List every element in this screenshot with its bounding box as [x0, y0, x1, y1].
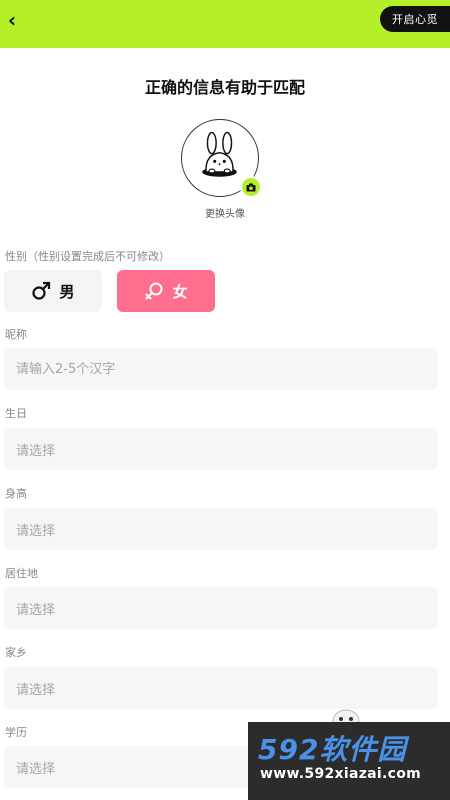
gender-male-button[interactable]: 男 — [4, 270, 102, 312]
hometown-label: 家乡 — [5, 646, 27, 659]
open-xinmi-button[interactable]: 开启心觅 — [380, 6, 450, 32]
education-placeholder: 请选择 — [16, 761, 56, 777]
hometown-select[interactable]: 请选择 — [4, 667, 438, 709]
nickname-label: 昵称 — [5, 328, 27, 341]
chevron-left-icon[interactable]: ‹ — [0, 8, 24, 32]
nickname-input[interactable] — [4, 348, 438, 390]
watermark-url: www.592xiazai.com — [260, 766, 422, 782]
residence-select[interactable]: 请选择 — [4, 587, 438, 629]
birthday-label: 生日 — [5, 407, 27, 420]
change-avatar-label[interactable]: 更换头像 — [0, 205, 450, 220]
gender-male-label: 男 — [59, 282, 75, 301]
gender-female-label: 女 — [172, 282, 188, 301]
residence-placeholder: 请选择 — [16, 602, 56, 618]
hometown-placeholder: 请选择 — [16, 682, 56, 698]
education-label: 学历 — [5, 726, 27, 739]
birthday-select[interactable]: 请选择 — [4, 428, 438, 470]
birthday-placeholder: 请选择 — [16, 443, 56, 459]
female-symbol-icon — [144, 281, 164, 301]
residence-label: 居住地 — [5, 567, 38, 580]
height-label: 身高 — [5, 487, 27, 500]
camera-icon[interactable] — [240, 176, 262, 198]
watermark-title: 592软件园 — [258, 733, 407, 766]
page-title: 正确的信息有助于匹配 — [144, 78, 305, 97]
gender-female-button[interactable]: 女 — [117, 270, 215, 312]
top-bar: ‹ 开启心觅 — [0, 0, 450, 48]
male-symbol-icon — [31, 281, 51, 301]
gender-label: 性别（性别设置完成后不可修改） — [5, 250, 170, 263]
height-select[interactable]: 请选择 — [4, 508, 438, 550]
profile-setup-screen: ‹ 开启心觅 正确的信息有助于匹配 更换头像 性别（性别设置完成后不可修改） 男… — [0, 0, 450, 800]
height-placeholder: 请选择 — [16, 523, 56, 539]
watermark-banner: 592软件园 www.592xiazai.com — [248, 722, 450, 800]
